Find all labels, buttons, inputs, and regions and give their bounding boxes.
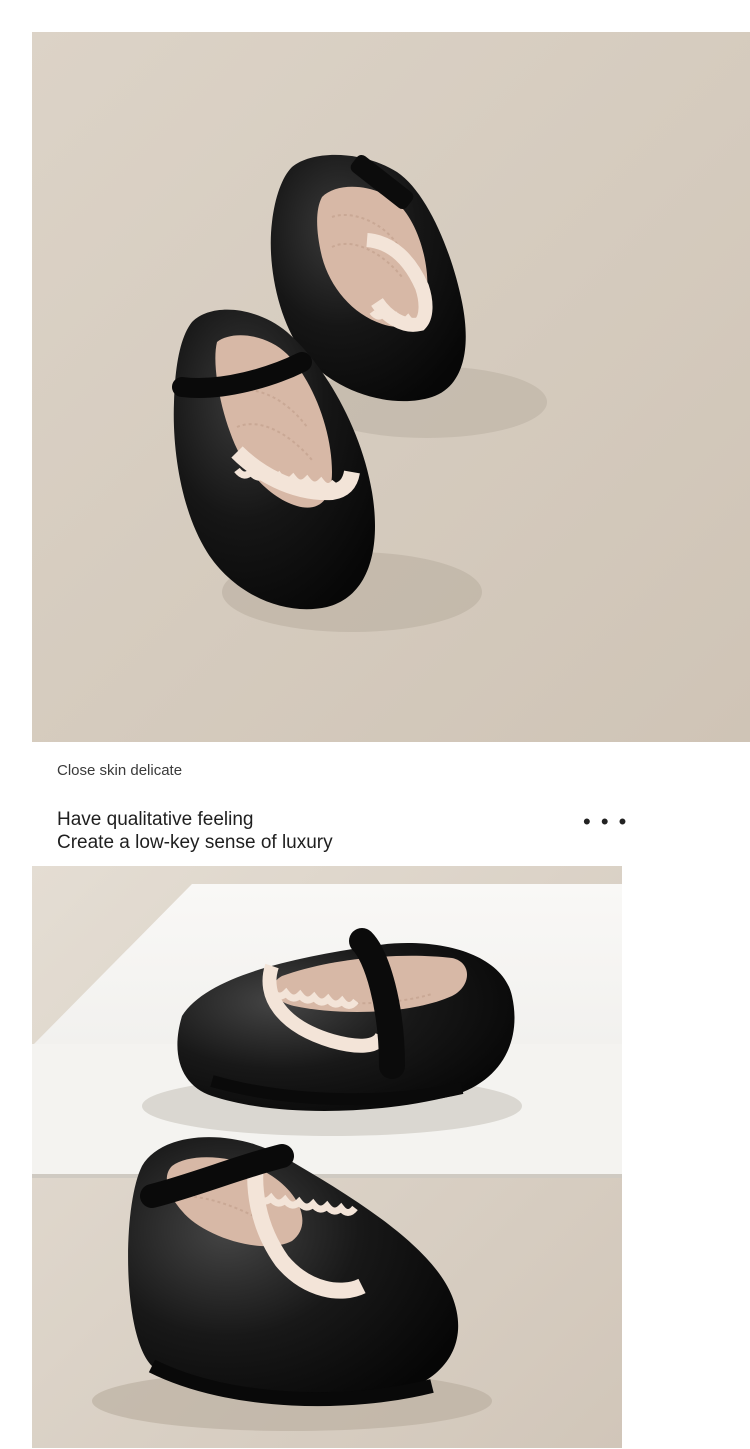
caption-subtitle: Close skin delicate (57, 762, 183, 779)
more-dots-icon: • • • (583, 809, 629, 834)
bottom-shoes-illustration (32, 866, 622, 1448)
headline-line-1: Have qualitative feeling (57, 809, 254, 830)
top-product-photo (32, 32, 750, 742)
top-shoes-illustration (32, 32, 750, 742)
caption-headline: Have qualitative feeling Create a low-ke… (57, 808, 333, 854)
bottom-product-photo (32, 866, 622, 1448)
headline-line-2: Create a low-key sense of luxury (57, 832, 333, 853)
